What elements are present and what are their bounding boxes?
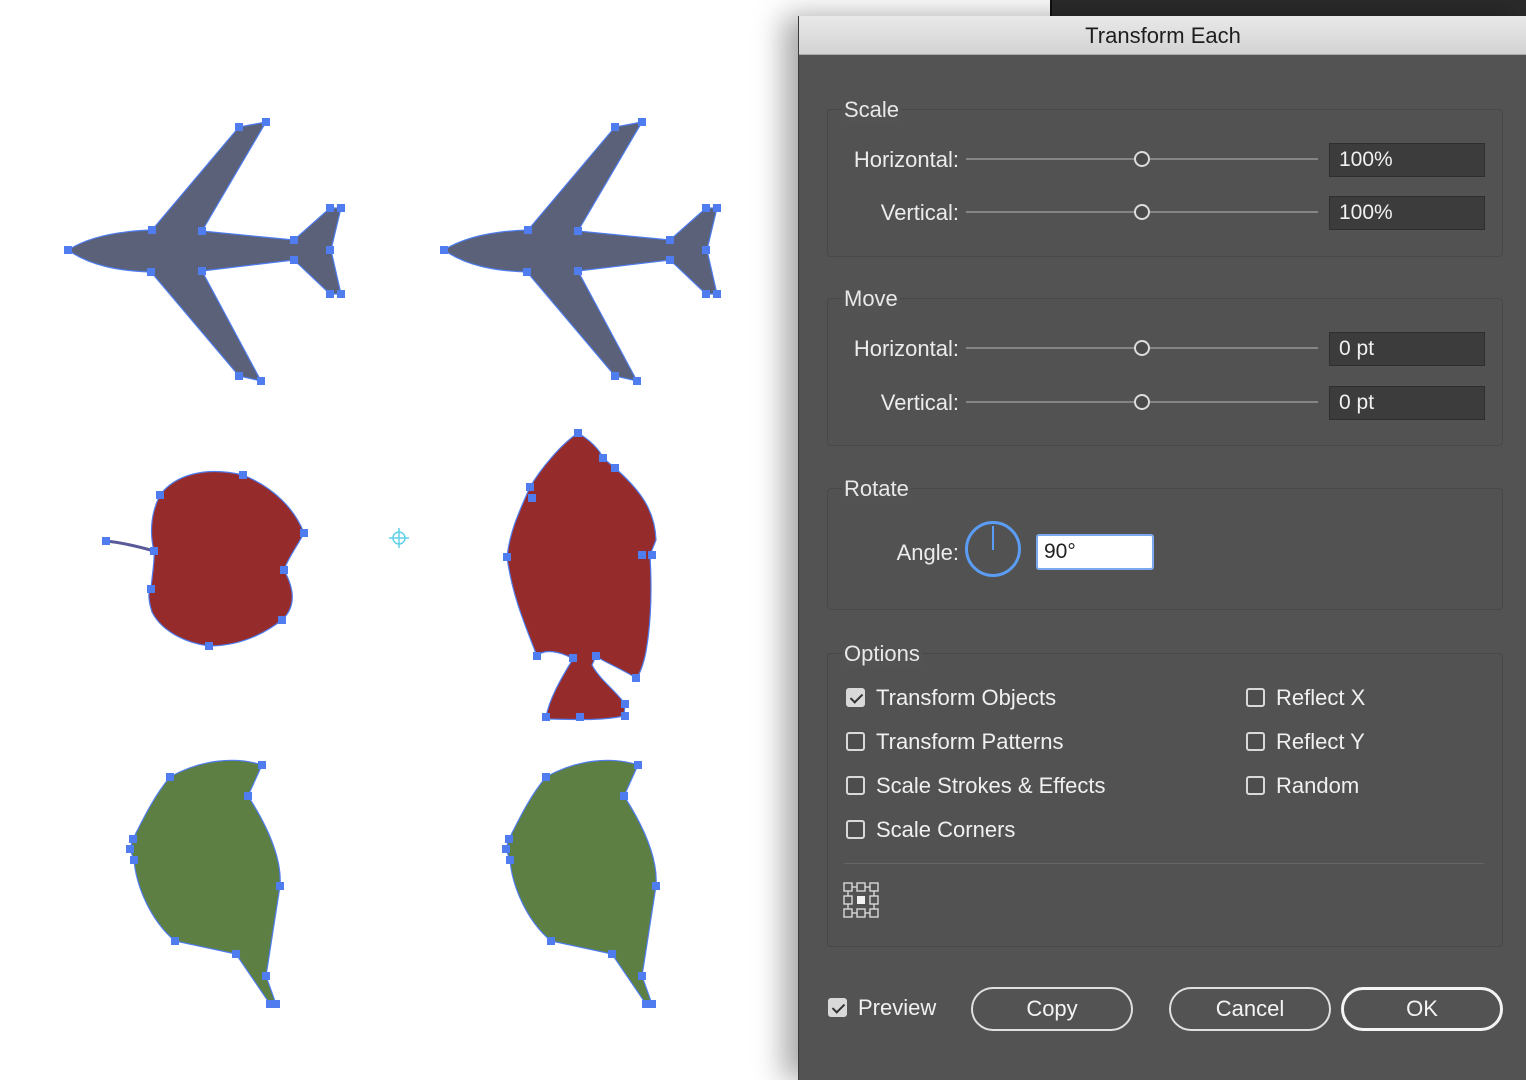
- preview-label: Preview: [858, 995, 937, 1020]
- move-group: [827, 298, 1503, 446]
- scale-vertical-label: Vertical:: [880, 200, 959, 225]
- reflect-x-checkbox-box[interactable]: [1246, 688, 1265, 707]
- copy-button[interactable]: Copy: [971, 987, 1133, 1031]
- move-vertical-label: Vertical:: [880, 390, 959, 415]
- airplane-original[interactable]: [64, 118, 345, 385]
- scale-vertical-input[interactable]: 100%: [1329, 196, 1485, 230]
- scale-strokes-effects-label: Scale Strokes & Effects: [876, 773, 1106, 798]
- reflect-x-label: Reflect X: [1276, 685, 1366, 710]
- random-checkbox-box[interactable]: [1246, 776, 1265, 795]
- angle-dial[interactable]: [965, 521, 1021, 577]
- dialog-title[interactable]: Transform Each: [799, 16, 1526, 55]
- rotation-center-crosshair: [389, 528, 409, 548]
- leaf-transformed[interactable]: [502, 759, 660, 1008]
- transform-patterns-label: Transform Patterns: [876, 729, 1064, 754]
- scale-horizontal-slider-thumb[interactable]: [1134, 151, 1150, 167]
- rotate-title: Rotate: [842, 476, 911, 502]
- scale-horizontal-label: Horizontal:: [853, 147, 959, 172]
- options-divider: [844, 863, 1484, 864]
- reference-point-icon[interactable]: [843, 882, 879, 918]
- random-label: Random: [1276, 773, 1360, 798]
- move-horizontal-label: Horizontal:: [853, 336, 959, 361]
- scale-strokes-effects-checkbox-box[interactable]: [846, 776, 865, 795]
- leaf-original[interactable]: [126, 759, 284, 1008]
- ok-button[interactable]: OK: [1341, 987, 1503, 1031]
- reflect-y-checkbox-box[interactable]: [1246, 732, 1265, 751]
- reflect-y-label: Reflect Y: [1276, 729, 1365, 754]
- move-horizontal-slider-thumb[interactable]: [1134, 340, 1150, 356]
- background-window-edge: [1050, 0, 1526, 16]
- move-title: Move: [842, 286, 900, 312]
- scale-corners-checkbox-box[interactable]: [846, 820, 865, 839]
- angle-dial-needle: [992, 526, 994, 550]
- cancel-button[interactable]: Cancel: [1169, 987, 1331, 1031]
- rotate-angle-label: Angle:: [896, 540, 959, 565]
- move-vertical-slider-thumb[interactable]: [1134, 394, 1150, 410]
- apple-rotated[interactable]: [503, 429, 657, 721]
- transform-objects-label: Transform Objects: [876, 685, 1057, 710]
- angle-input[interactable]: 90°: [1036, 534, 1154, 570]
- scale-title: Scale: [842, 97, 902, 123]
- airplane-transformed[interactable]: [440, 118, 721, 385]
- transform-patterns-checkbox-box[interactable]: [846, 732, 865, 751]
- scale-vertical-slider-thumb[interactable]: [1134, 204, 1150, 220]
- options-title: Options: [842, 641, 922, 667]
- apple-original[interactable]: [102, 470, 308, 650]
- scale-horizontal-input[interactable]: 100%: [1329, 143, 1485, 177]
- transform-objects-checkbox-box[interactable]: [846, 688, 865, 707]
- move-vertical-input[interactable]: 0 pt: [1329, 386, 1485, 420]
- preview-checkbox-box[interactable]: [828, 998, 847, 1017]
- scale-group: [827, 109, 1503, 257]
- scale-corners-label: Scale Corners: [876, 817, 1016, 842]
- transform-each-dialog: Transform Each Scale Horizontal: 100% Ve…: [798, 16, 1526, 1080]
- move-horizontal-input[interactable]: 0 pt: [1329, 332, 1485, 366]
